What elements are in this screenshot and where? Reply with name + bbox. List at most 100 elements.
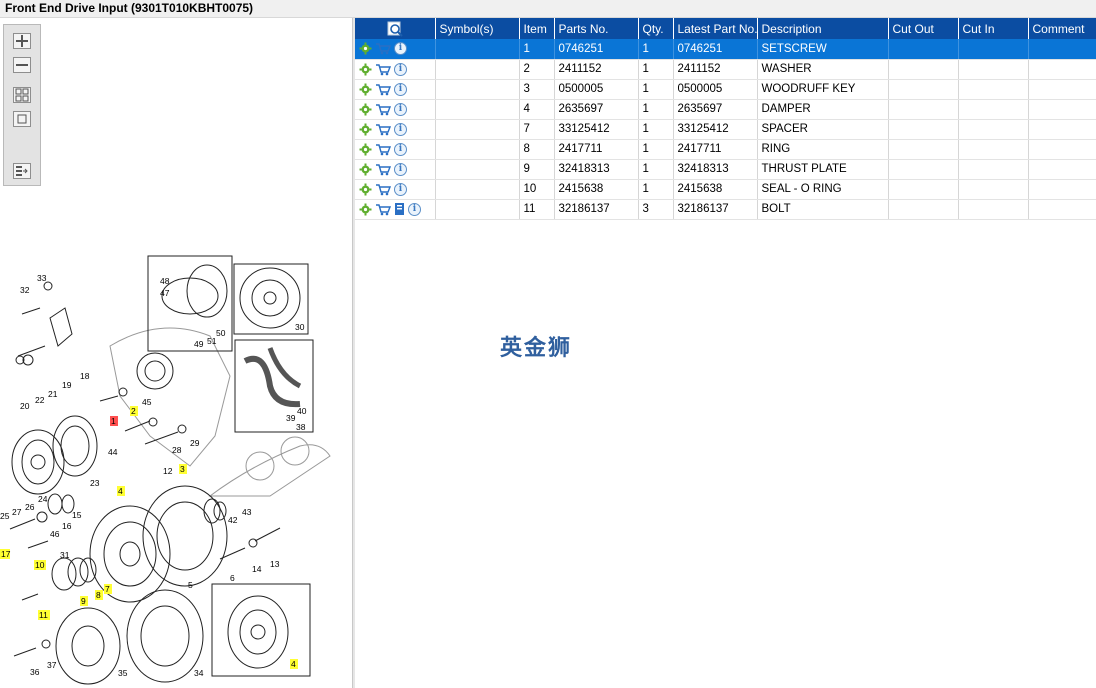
callout-highlighted[interactable]: 4: [291, 659, 296, 669]
callout[interactable]: 14: [252, 564, 262, 574]
callout-highlighted[interactable]: 4: [118, 486, 123, 496]
column-header-comment[interactable]: Comment: [1028, 18, 1096, 39]
column-header-description[interactable]: Description: [757, 18, 889, 39]
callout[interactable]: 5: [188, 580, 193, 590]
shopping-cart-icon[interactable]: [375, 143, 391, 156]
zoom-in-button[interactable]: [13, 33, 31, 49]
callout-highlighted[interactable]: 10: [35, 560, 45, 570]
shopping-cart-icon[interactable]: [375, 123, 391, 136]
callout[interactable]: 50: [216, 328, 226, 338]
table-row[interactable]: i 2 2411152 1 2411152 WASHER: [355, 59, 1096, 80]
callout-highlighted[interactable]: 7: [105, 584, 110, 594]
callout[interactable]: 32: [20, 285, 30, 295]
callout-highlighted[interactable]: 11: [39, 610, 48, 620]
callout[interactable]: 21: [48, 389, 58, 399]
callout[interactable]: 49: [194, 339, 204, 349]
callout[interactable]: 18: [80, 371, 90, 381]
callout[interactable]: 37: [47, 660, 57, 670]
info-icon[interactable]: i: [394, 142, 407, 156]
callout[interactable]: 39: [286, 413, 296, 423]
callout[interactable]: 6: [230, 573, 235, 583]
column-header-cut-out[interactable]: Cut Out: [888, 18, 959, 39]
gear-icon[interactable]: [359, 103, 372, 116]
info-icon[interactable]: i: [408, 202, 421, 216]
callout[interactable]: 47: [160, 288, 170, 298]
callout[interactable]: 42: [228, 515, 238, 525]
callout[interactable]: 12: [163, 466, 173, 476]
callout[interactable]: 46: [50, 529, 60, 539]
column-header-parts-no[interactable]: Parts No.: [554, 18, 639, 39]
callout[interactable]: 44: [108, 447, 118, 457]
info-icon[interactable]: i: [394, 42, 407, 56]
callout[interactable]: 33: [37, 273, 47, 283]
callout[interactable]: 34: [194, 668, 204, 678]
gear-icon[interactable]: [359, 163, 372, 176]
table-row[interactable]: i 7 33125412 1 33125412 SPACER: [355, 119, 1096, 140]
callout[interactable]: 38: [296, 422, 306, 432]
table-row[interactable]: i 9 32418313 1 32418313 THRUST PLATE: [355, 159, 1096, 180]
callout[interactable]: 45: [142, 397, 152, 407]
gear-icon[interactable]: [359, 123, 372, 136]
exploded-parts-diagram[interactable]: 33 32 18 19 20 22 21 48 47 49 51 50 30 4…: [0, 236, 352, 688]
callout[interactable]: 20: [20, 401, 30, 411]
shopping-cart-icon[interactable]: [375, 63, 391, 76]
table-row[interactable]: i 11 32186137 3 32186137 BOLT: [355, 199, 1096, 220]
zoom-out-button[interactable]: [13, 57, 31, 73]
callout[interactable]: 13: [270, 559, 280, 569]
document-icon[interactable]: [394, 202, 405, 216]
callout[interactable]: 19: [62, 380, 72, 390]
gear-icon[interactable]: [359, 63, 372, 76]
callout-selected[interactable]: 1: [111, 416, 116, 426]
info-icon[interactable]: i: [394, 162, 407, 176]
toggle-list-button[interactable]: [13, 163, 31, 179]
callout[interactable]: 16: [62, 521, 72, 531]
callout[interactable]: 15: [72, 510, 82, 520]
callout[interactable]: 40: [297, 406, 307, 416]
gear-icon[interactable]: [359, 203, 372, 216]
column-header-cut-in[interactable]: Cut In: [958, 18, 1029, 39]
info-icon[interactable]: i: [394, 102, 407, 116]
column-header-qty[interactable]: Qty.: [638, 18, 674, 39]
illustration-pane[interactable]: 33 32 18 19 20 22 21 48 47 49 51 50 30 4…: [0, 18, 352, 688]
column-header-latest-part-no[interactable]: Latest Part No.: [673, 18, 758, 39]
shopping-cart-icon[interactable]: [375, 183, 391, 196]
callout-highlighted[interactable]: 17: [1, 549, 11, 559]
table-row[interactable]: i 10 2415638 1 2415638 SEAL - O RING: [355, 179, 1096, 200]
callout[interactable]: 30: [295, 322, 305, 332]
shopping-cart-icon[interactable]: [375, 203, 391, 216]
gear-icon[interactable]: [359, 183, 372, 196]
callout[interactable]: 29: [190, 438, 200, 448]
callout-highlighted[interactable]: 2: [131, 406, 136, 416]
callout[interactable]: 28: [172, 445, 182, 455]
callout[interactable]: 26: [25, 502, 35, 512]
info-icon[interactable]: i: [394, 122, 407, 136]
column-header-symbols[interactable]: Symbol(s): [435, 18, 520, 39]
callout[interactable]: 27: [12, 507, 22, 517]
callout-highlighted[interactable]: 9: [81, 596, 86, 606]
gear-icon[interactable]: [359, 83, 372, 96]
shopping-cart-icon[interactable]: [375, 103, 391, 116]
info-icon[interactable]: i: [394, 82, 407, 96]
gear-icon[interactable]: [359, 143, 372, 156]
callout-highlighted[interactable]: 3: [180, 464, 185, 474]
info-icon[interactable]: i: [394, 62, 407, 76]
shopping-cart-icon[interactable]: [375, 163, 391, 176]
table-row[interactable]: i 4 2635697 1 2635697 DAMPER: [355, 99, 1096, 120]
search-parts-icon[interactable]: [387, 21, 403, 37]
shopping-cart-icon[interactable]: [375, 83, 391, 96]
gear-icon[interactable]: [359, 42, 372, 55]
column-header-item[interactable]: Item: [519, 18, 555, 39]
callout[interactable]: 31: [60, 550, 70, 560]
table-row[interactable]: i 1 0746251 1 0746251 SETSCREW: [355, 39, 1096, 60]
callout-highlighted[interactable]: 8: [96, 590, 101, 600]
callout[interactable]: 35: [118, 668, 128, 678]
callout[interactable]: 36: [30, 667, 40, 677]
callout[interactable]: 23: [90, 478, 100, 488]
actual-size-button[interactable]: [13, 111, 31, 127]
callout[interactable]: 24: [38, 494, 48, 504]
column-header-tools[interactable]: [355, 18, 436, 39]
callout[interactable]: 48: [160, 276, 170, 286]
table-row[interactable]: i 3 0500005 1 0500005 WOODRUFF KEY: [355, 79, 1096, 100]
fit-page-button[interactable]: [13, 87, 31, 103]
callout[interactable]: 25: [0, 511, 10, 521]
